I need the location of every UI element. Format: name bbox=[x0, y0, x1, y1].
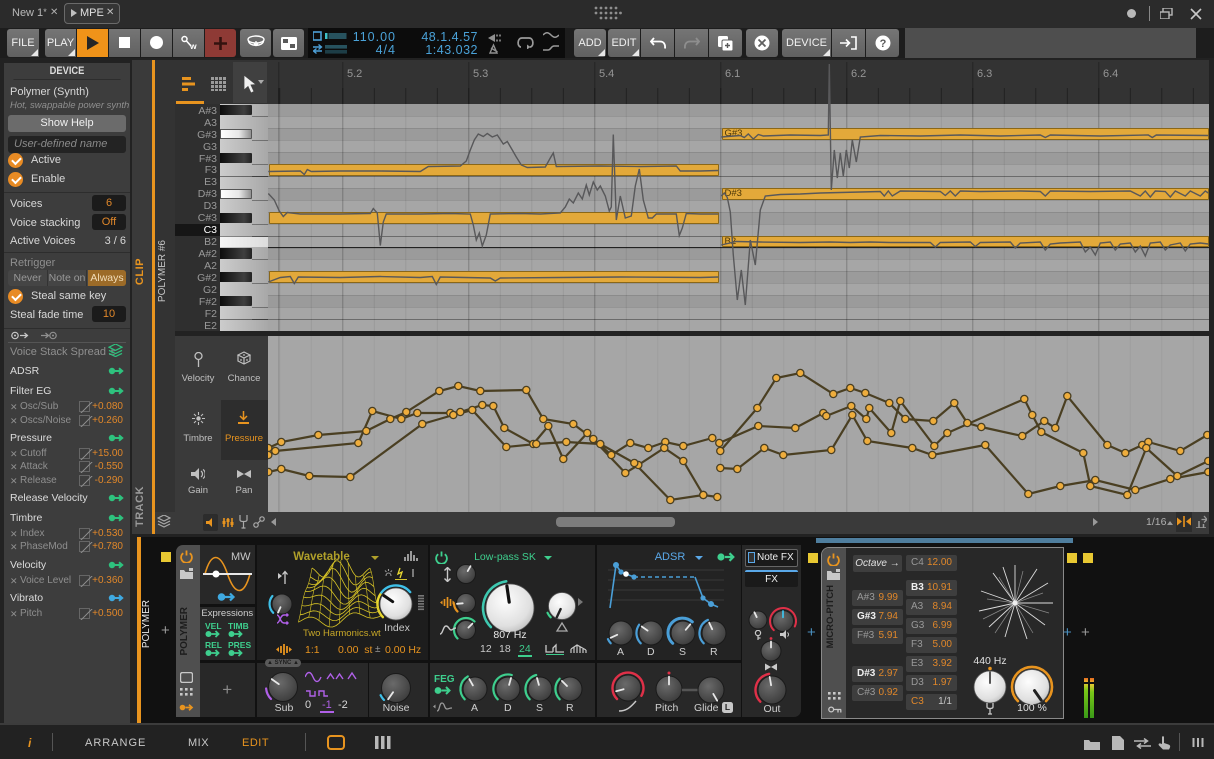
svg-text:w: w bbox=[189, 41, 197, 51]
svg-text:?: ? bbox=[879, 38, 886, 50]
